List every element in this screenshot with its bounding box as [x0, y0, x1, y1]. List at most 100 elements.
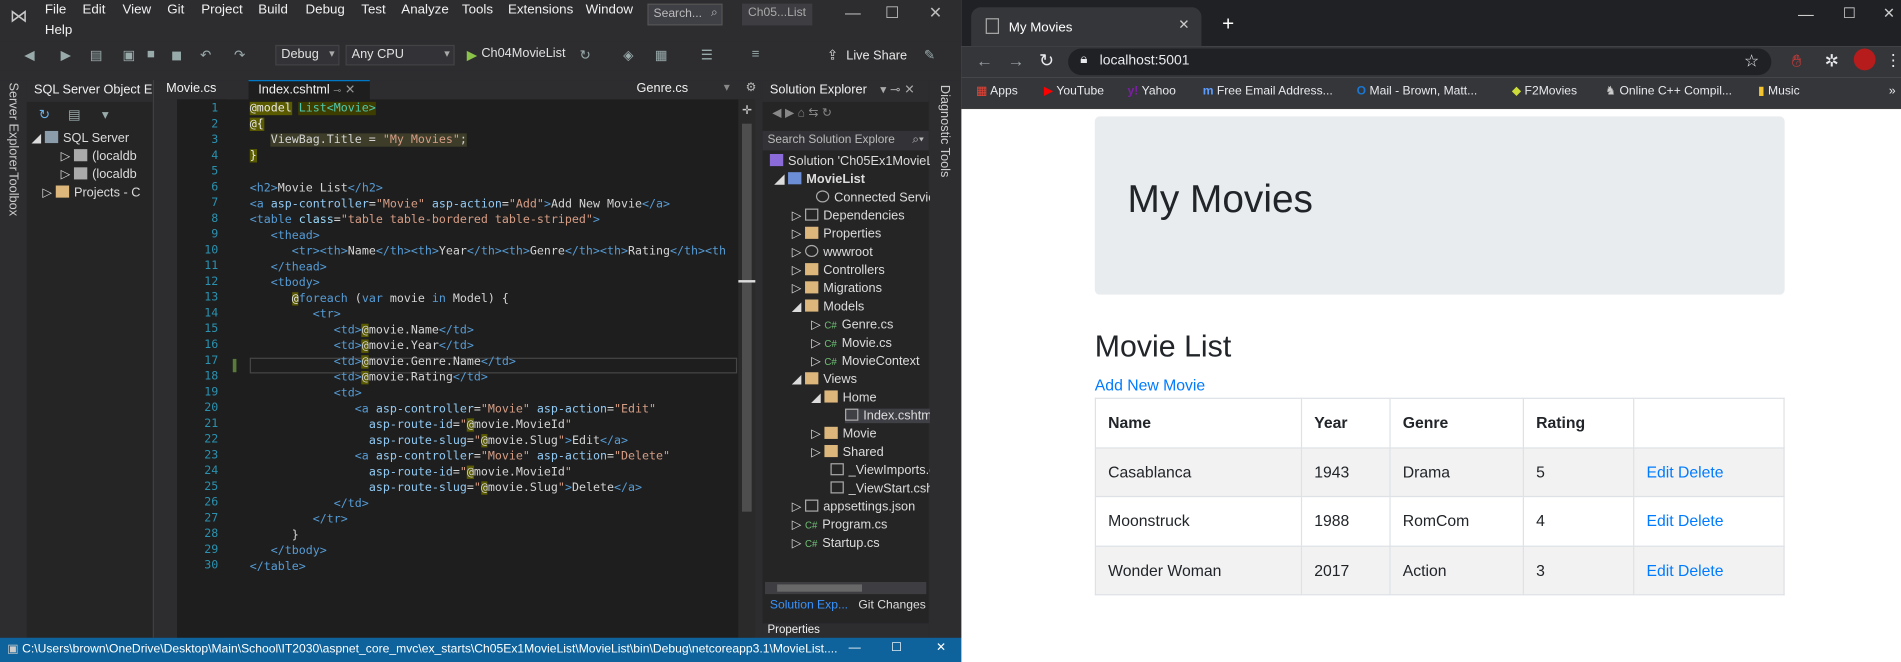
platform-select[interactable]: Any CPU ▾	[345, 44, 455, 66]
startup-project-button[interactable]: Ch04MovieList	[481, 46, 565, 61]
configuration-select[interactable]: Debug ▾	[275, 44, 340, 66]
menu-analyze[interactable]: Analyze	[401, 2, 448, 17]
menu-icon[interactable]: ⋮	[1885, 51, 1901, 70]
menu-git[interactable]: Git	[167, 2, 184, 17]
live-share-button[interactable]: Live Share	[846, 49, 907, 64]
extension-icon[interactable]: ✋︎	[1792, 51, 1802, 72]
tree-item-appsettings[interactable]: ▷ appsettings.json	[792, 499, 915, 514]
pin-icon[interactable]: ⊸	[333, 85, 341, 96]
split-icon[interactable]: ✛	[742, 104, 752, 117]
edit-link[interactable]: Edit	[1646, 463, 1673, 481]
new-tab-icon[interactable]: +	[1222, 12, 1234, 36]
save-icon[interactable]: ■	[147, 47, 155, 62]
tree-item-migrations[interactable]: ▷ Migrations	[792, 281, 882, 296]
properties-panel-title[interactable]: Properties	[762, 623, 929, 638]
open-icon[interactable]: ▣	[122, 47, 135, 64]
close-icon[interactable]: ✕	[1883, 5, 1895, 22]
history-icon[interactable]: ↻	[822, 107, 832, 120]
tree-item-program-cs[interactable]: ▷ C# Program.cs	[792, 518, 888, 533]
back-icon[interactable]: ←	[976, 51, 993, 70]
tree-item-dependencies[interactable]: ▷ Dependencies	[792, 208, 905, 223]
close-icon[interactable]: ✕	[936, 641, 946, 654]
maximize-icon[interactable]: ☐	[1843, 5, 1856, 22]
menu-window[interactable]: Window	[586, 2, 633, 17]
bookmark-free-email[interactable]: m Free Email Address...	[1203, 85, 1333, 98]
tree-item-startup-cs[interactable]: ▷ C# Startup.cs	[792, 536, 880, 551]
extensions-puzzle-icon[interactable]: ✲	[1825, 51, 1839, 72]
minimize-icon[interactable]: —	[845, 4, 861, 22]
toolbox-tab[interactable]: Toolbox	[6, 172, 21, 216]
address-bar[interactable]: 🔒︎ localhost:5001 ☆	[1068, 48, 1772, 76]
save-all-icon[interactable]: ◼	[171, 47, 182, 64]
reload-icon[interactable]: ↻	[1039, 50, 1054, 72]
edit-link[interactable]: Edit	[1646, 561, 1673, 579]
bookmark-yahoo[interactable]: y! Yahoo	[1128, 85, 1176, 98]
horizontal-scrollbar[interactable]	[765, 582, 927, 595]
more-bookmarks-icon[interactable]: »	[1889, 85, 1896, 98]
maximize-icon[interactable]: ☐	[885, 4, 899, 23]
run-icon[interactable]: ▶	[467, 47, 477, 64]
solution-search-input[interactable]: Search Solution Explore ⌕▾	[762, 130, 929, 151]
tree-item-genre-cs[interactable]: ▷ C# Genre.cs	[811, 318, 893, 333]
bookmark-youtube[interactable]: ▶ YouTube	[1044, 85, 1104, 98]
close-tab-icon[interactable]: ✕	[1178, 17, 1189, 33]
tree-item-shared[interactable]: ▷ Shared	[811, 444, 884, 460]
menu-debug[interactable]: Debug	[306, 2, 345, 17]
tree-item-index-cshtml[interactable]: Index.cshtml	[845, 408, 935, 424]
tab-list-dropdown-icon[interactable]: ▾	[724, 81, 730, 94]
pin-icon[interactable]: ▾ ⊸ ✕	[880, 82, 915, 97]
add-server-icon[interactable]: ▤	[68, 107, 81, 123]
delete-link[interactable]: Delete	[1678, 463, 1724, 481]
tree-item-movie-cs[interactable]: ▷ C# Movie.cs	[811, 336, 892, 351]
menu-tools[interactable]: Tools	[462, 2, 493, 17]
refresh-icon[interactable]: ↻	[39, 107, 50, 123]
editor-scrollbar[interactable]	[738, 99, 756, 638]
tab-my-movies[interactable]: My Movies ✕	[971, 7, 1202, 47]
edit-link[interactable]: Edit	[1646, 512, 1673, 530]
tree-item-localdb[interactable]: ▷ (localdb	[61, 149, 137, 164]
back-icon[interactable]: ◀	[24, 47, 34, 64]
maximize-icon[interactable]: ☐	[891, 641, 902, 654]
tab-genre-cs[interactable]: Genre.cs	[627, 80, 698, 99]
tab-movie-cs[interactable]: Movie.cs	[156, 80, 226, 99]
bookmark-mail-brown[interactable]: O Mail - Brown, Matt...	[1357, 85, 1478, 98]
menu-project[interactable]: Project	[201, 2, 243, 17]
tree-item-home[interactable]: ◢ Home	[811, 390, 877, 405]
lock-icon[interactable]: 🔒︎	[1080, 52, 1087, 68]
chevron-down-icon[interactable]: ▾	[102, 107, 109, 123]
tree-item-localdb[interactable]: ▷ (localdb	[61, 167, 137, 182]
tree-item-wwwroot[interactable]: ▷ wwwroot	[792, 244, 873, 259]
tree-item-models[interactable]: ◢ Models	[792, 299, 864, 314]
menu-edit[interactable]: Edit	[82, 2, 105, 17]
menu-help[interactable]: Help	[45, 23, 72, 38]
browser-link-icon[interactable]: ◈	[623, 47, 633, 64]
delete-link[interactable]: Delete	[1678, 561, 1724, 579]
refresh-icon[interactable]: ↻	[580, 47, 591, 64]
server-explorer-tab[interactable]: Server Explorer	[6, 82, 21, 170]
tree-item-controllers[interactable]: ▷ Controllers	[792, 263, 885, 278]
tab-git-changes[interactable]: Git Changes	[858, 599, 925, 612]
menu-file[interactable]: File	[45, 2, 67, 17]
tab-solution-explorer[interactable]: Solution Exp...	[770, 599, 848, 612]
menu-extensions[interactable]: Extensions	[508, 2, 573, 17]
tree-item-sql-server[interactable]: ◢ SQL Server	[32, 130, 129, 146]
settings-gear-icon[interactable]: ⚙	[746, 81, 757, 94]
undo-icon[interactable]: ↶	[200, 47, 211, 64]
feedback-icon[interactable]: ✎	[924, 47, 935, 64]
menu-test[interactable]: Test	[361, 2, 385, 17]
sync-icon[interactable]: ⇆	[808, 107, 818, 120]
tree-item-movie-folder[interactable]: ▷ Movie	[811, 426, 877, 441]
close-icon[interactable]: ✕	[929, 4, 942, 23]
scrollbar-thumb[interactable]	[777, 584, 863, 592]
align-icon[interactable]: ☰	[701, 47, 713, 64]
layout-icon[interactable]: ▦	[655, 47, 668, 64]
bookmark-music[interactable]: ▮ Music	[1758, 85, 1800, 98]
minimize-icon[interactable]: —	[1798, 5, 1814, 23]
tree-item-connected-services[interactable]: Connected Servic	[815, 190, 935, 205]
scrollbar-thumb[interactable]	[741, 123, 752, 512]
menu-build[interactable]: Build	[258, 2, 288, 17]
home-icon[interactable]: ⌂	[798, 107, 805, 120]
new-item-icon[interactable]: ▤	[90, 47, 103, 64]
delete-link[interactable]: Delete	[1678, 512, 1724, 530]
comment-icon[interactable]: ≡	[752, 47, 760, 62]
